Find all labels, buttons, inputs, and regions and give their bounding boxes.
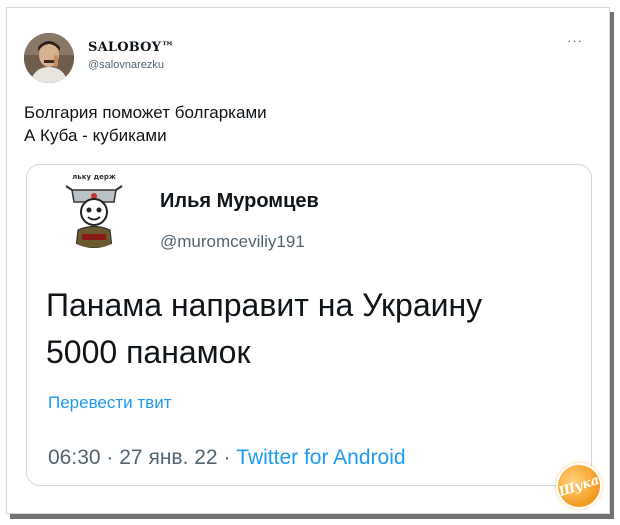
tweet-source-link[interactable]: Twitter for Android bbox=[236, 446, 405, 469]
tweet-time[interactable]: 06:30 bbox=[48, 446, 101, 469]
quoted-tweet-meta: 06:30 · 27 янв. 22 · Twitter for Android bbox=[48, 446, 406, 470]
quoted-text-line: 5000 панамок bbox=[46, 334, 251, 370]
watermark-text: Шука bbox=[556, 472, 602, 500]
tweet-text-line: А Куба - кубиками bbox=[24, 126, 167, 145]
author-handle[interactable]: @salovnarezku bbox=[88, 59, 164, 71]
translate-tweet-link[interactable]: Перевести твит bbox=[48, 393, 171, 413]
more-dots-icon[interactable]: ··· bbox=[567, 34, 583, 47]
author-name[interactable]: SALOBOY™ bbox=[88, 40, 174, 55]
meta-separator: · bbox=[223, 446, 231, 469]
cartoon-avatar-icon: льку держ bbox=[54, 168, 134, 248]
quoted-tweet-text: Панама направит на Украину 5000 панамок bbox=[46, 282, 482, 376]
quoted-author-name[interactable]: Илья Муромцев bbox=[160, 190, 319, 213]
tweet-text-line: Болгария поможет болгарками bbox=[24, 103, 267, 122]
quoted-text-line: Панама направит на Украину bbox=[46, 287, 483, 323]
tweet-date[interactable]: 27 янв. 22 bbox=[119, 446, 217, 469]
tweet-text: Болгария поможет болгарками А Куба - куб… bbox=[24, 101, 267, 147]
meta-separator: · bbox=[106, 446, 114, 469]
quoted-author-avatar[interactable]: льку держ bbox=[54, 168, 134, 248]
svg-text:льку держ: льку держ bbox=[72, 173, 116, 181]
avatar-photo bbox=[24, 33, 74, 83]
author-avatar[interactable] bbox=[24, 33, 74, 83]
quoted-author-handle[interactable]: @muromceviliy191 bbox=[160, 232, 305, 252]
